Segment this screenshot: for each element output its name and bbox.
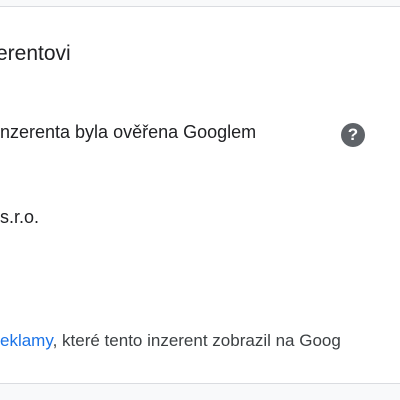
ads-line: eklamy, které tento inzerent zobrazil na…: [0, 331, 341, 351]
section-title: erentovi: [0, 42, 71, 65]
page: erentovi nzerenta byla ověřena Googlem ?…: [0, 0, 400, 400]
help-icon[interactable]: ?: [341, 123, 365, 147]
ads-line-text: , které tento inzerent zobrazil na Goog: [52, 331, 341, 350]
verification-text: nzerenta byla ověřena Googlem: [0, 122, 257, 142]
advertiser-name: s.r.o.: [0, 207, 40, 227]
view-ads-link[interactable]: eklamy: [0, 331, 53, 350]
